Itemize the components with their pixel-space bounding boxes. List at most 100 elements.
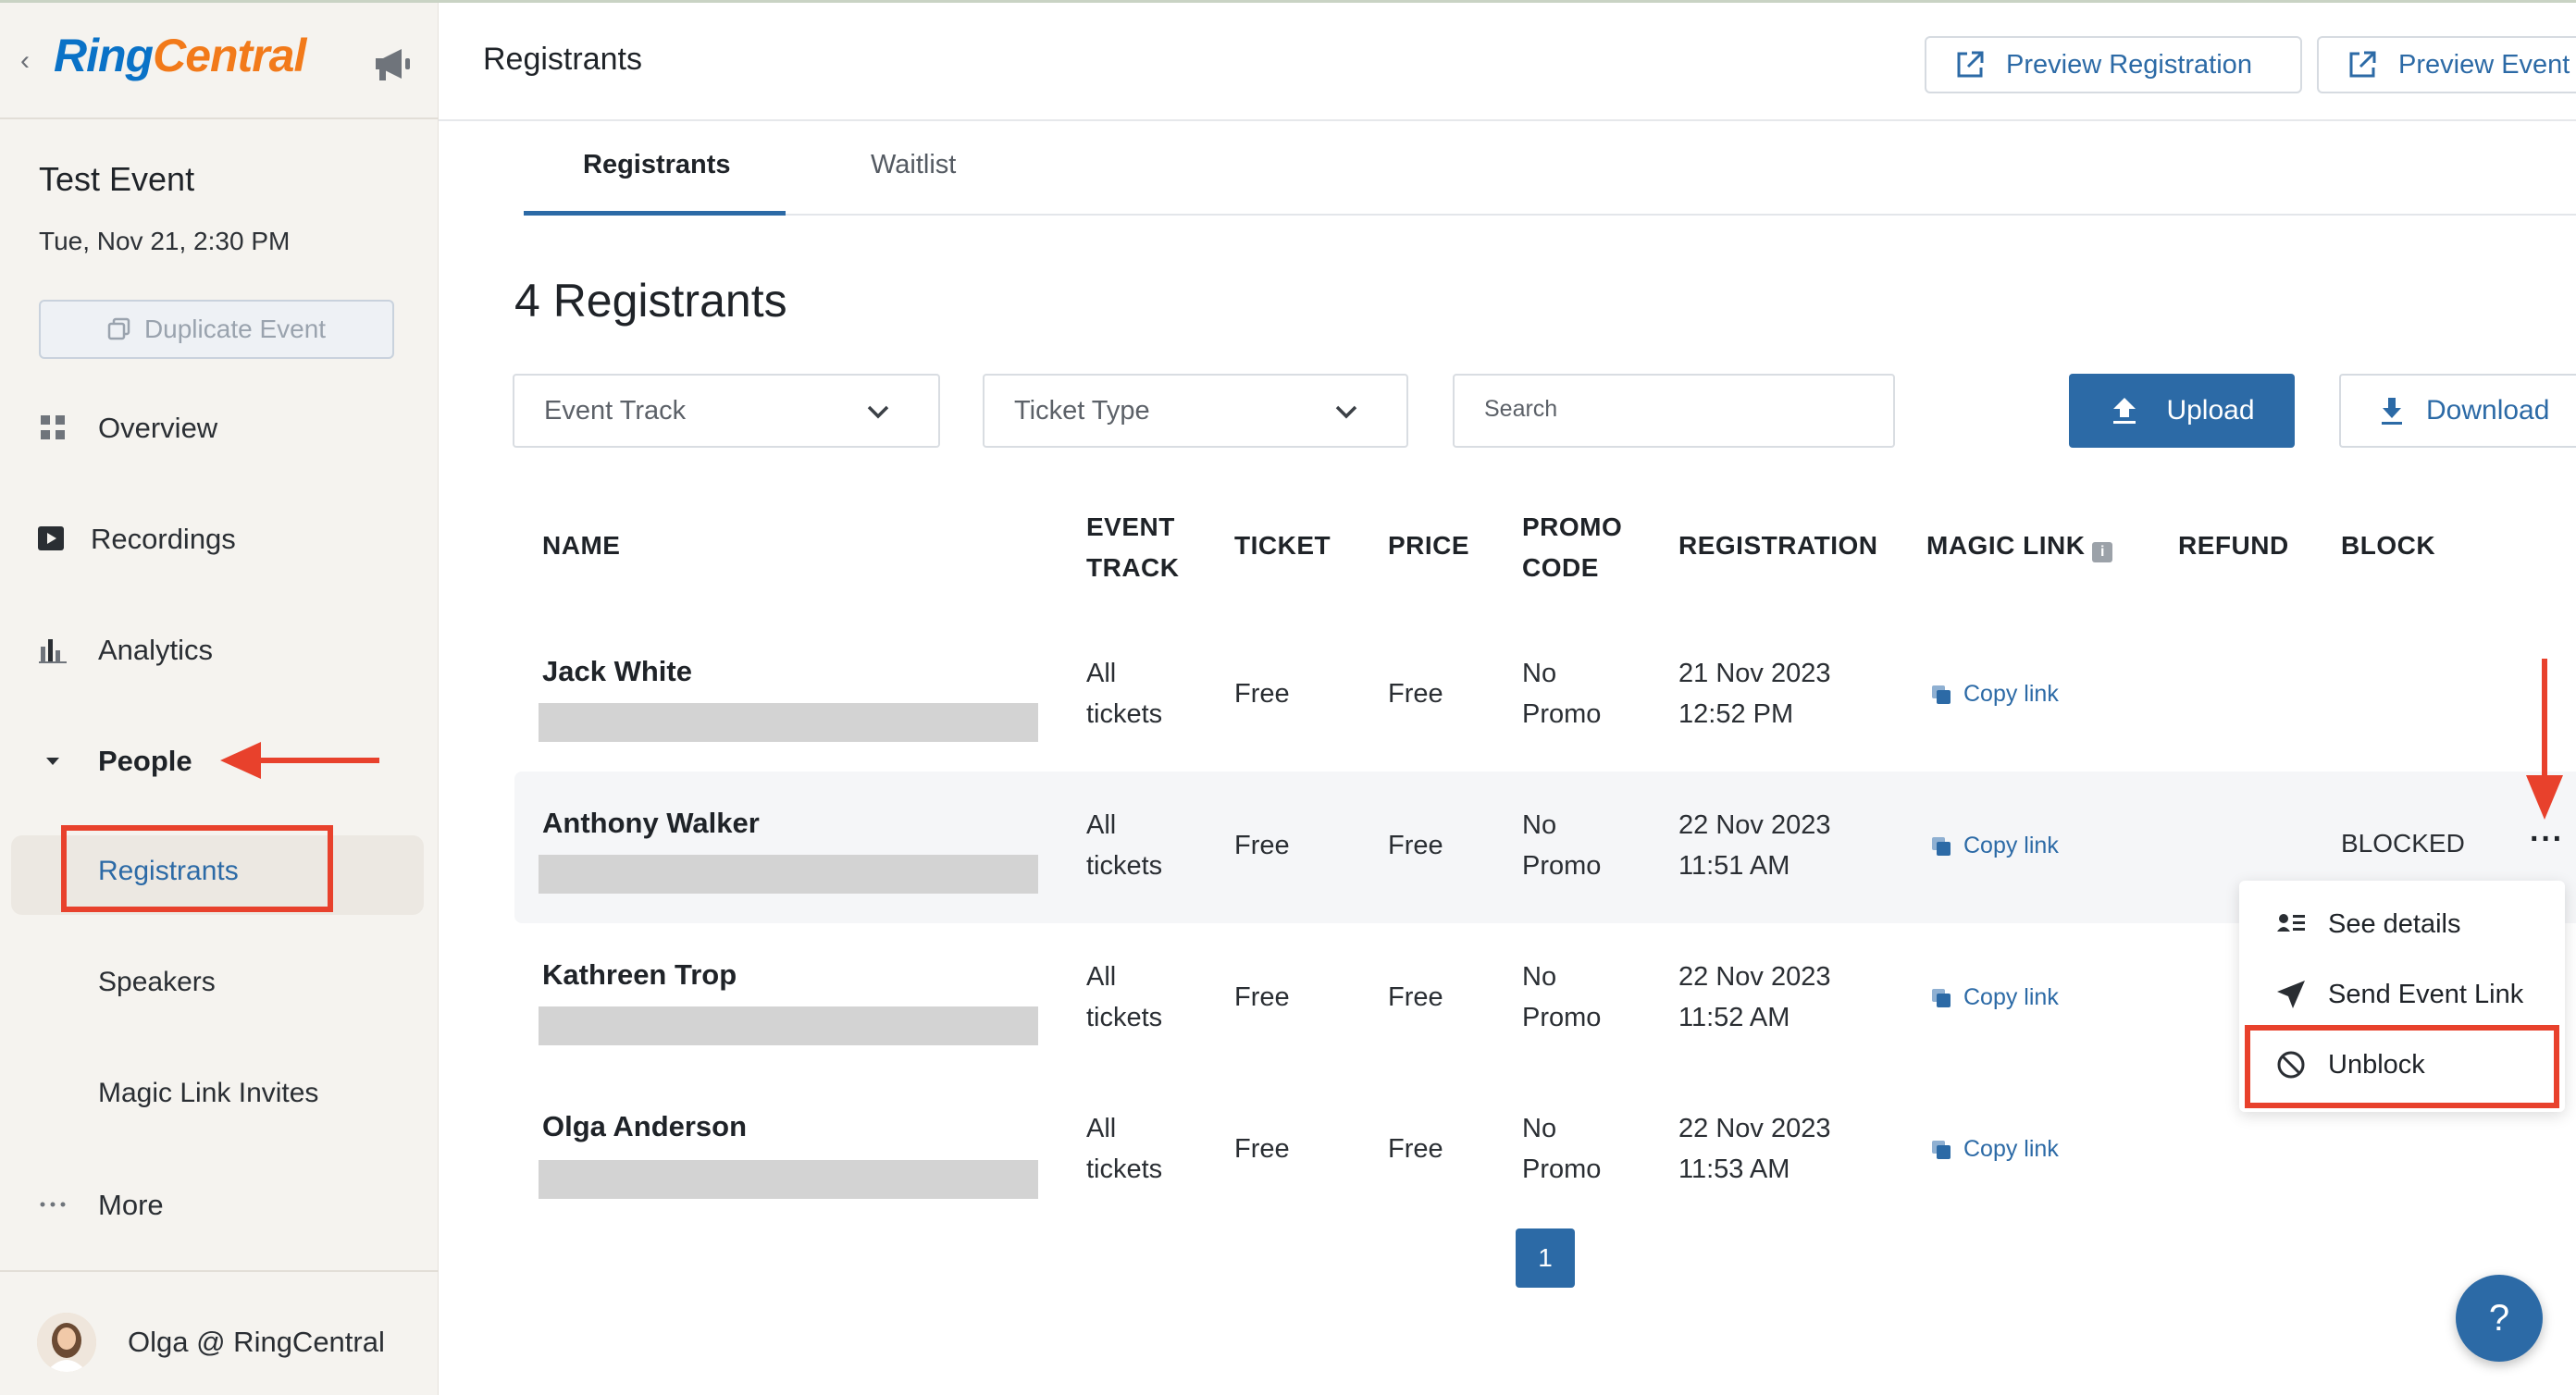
help-button[interactable]: ? — [2456, 1275, 2543, 1362]
redacted-email — [539, 1006, 1038, 1045]
col-event-track: EVENT TRACK — [1086, 507, 1180, 588]
registration-cell: 22 Nov 2023 11:52 AM — [1678, 957, 1830, 1038]
user-name[interactable]: Olga @ RingCentral — [128, 1326, 385, 1359]
price-cell: Free — [1388, 679, 1443, 709]
copy-link[interactable]: Copy link — [1930, 833, 2059, 859]
promo-line1: No — [1522, 659, 1557, 688]
track-line2: tickets — [1086, 699, 1163, 729]
sidebar-item-speakers[interactable]: Speakers — [98, 967, 216, 998]
info-icon[interactable]: i — [2092, 542, 2113, 562]
registrant-name: Jack White — [542, 655, 692, 687]
copy-icon — [1932, 685, 1951, 704]
tab-waitlist[interactable]: Waitlist — [871, 150, 956, 180]
preview-event-label: Preview Event — [2398, 49, 2570, 80]
upload-button[interactable]: Upload — [2069, 374, 2295, 448]
event-track-cell: All tickets — [1086, 805, 1162, 886]
event-track-select[interactable]: Event Track — [513, 374, 940, 448]
track-line1: All — [1086, 962, 1117, 992]
promo-cell: No Promo — [1522, 1108, 1601, 1190]
duplicate-event-button[interactable]: Duplicate Event — [39, 300, 394, 359]
upload-label: Upload — [2166, 395, 2255, 426]
nav-analytics[interactable]: Analytics — [0, 621, 439, 676]
promo-line1: No — [1522, 962, 1557, 992]
nav-overview-label: Overview — [98, 412, 218, 444]
pagination-page-1[interactable]: 1 — [1516, 1228, 1575, 1288]
table-row[interactable]: Jack White All tickets Free Free No Promo … — [514, 620, 2576, 772]
download-label: Download — [2426, 395, 2550, 426]
download-button[interactable]: Download — [2339, 374, 2576, 448]
logo-central: Central — [153, 30, 306, 81]
top-header: Registrants Preview Registration Preview… — [439, 3, 2576, 121]
event-track-value: Event Track — [544, 396, 687, 426]
chevron-down-icon — [867, 405, 889, 419]
row-actions-ellipsis-icon[interactable]: ··· — [2530, 823, 2564, 855]
promo-line1: No — [1522, 1114, 1557, 1143]
price-cell: Free — [1388, 982, 1443, 1012]
logo-ring: Ring — [54, 30, 154, 81]
registrant-name: Olga Anderson — [542, 1110, 748, 1142]
ticket-cell: Free — [1234, 831, 1290, 860]
avatar-image — [37, 1313, 96, 1372]
event-track-cell: All tickets — [1086, 957, 1162, 1038]
play-icon — [38, 526, 64, 550]
track-line1: All — [1086, 659, 1117, 688]
menu-see-details-label: See details — [2328, 908, 2461, 939]
avatar[interactable] — [37, 1313, 96, 1372]
col-event-track-line1: EVENT — [1086, 512, 1175, 541]
send-icon — [2277, 981, 2305, 1008]
tab-registrants[interactable]: Registrants — [583, 150, 731, 180]
event-name: Test Event — [39, 160, 195, 198]
col-ticket: TICKET — [1234, 531, 1331, 560]
nav-analytics-label: Analytics — [98, 634, 214, 666]
search-field[interactable] — [1453, 374, 1895, 448]
chevron-down-icon — [1335, 405, 1357, 419]
reg-time: 11:53 AM — [1678, 1154, 1790, 1184]
nav-overview[interactable]: Overview — [0, 399, 439, 454]
copy-icon — [1932, 988, 1951, 1007]
sidebar: ‹ RingCentral Test Event Tue, Nov 21, 2:… — [0, 3, 439, 1395]
col-refund: REFUND — [2178, 531, 2289, 560]
sidebar-item-magic-link-invites[interactable]: Magic Link Invites — [98, 1078, 318, 1109]
menu-send-event-link-label: Send Event Link — [2328, 979, 2524, 1009]
preview-event-button[interactable]: Preview Event — [2317, 36, 2576, 93]
redacted-email — [539, 703, 1038, 742]
tabs-divider — [524, 214, 2576, 216]
reg-date: 22 Nov 2023 — [1678, 1114, 1831, 1143]
preview-registration-button[interactable]: Preview Registration — [1925, 36, 2302, 93]
copy-link[interactable]: Copy link — [1930, 1136, 2059, 1163]
back-chevron-icon[interactable]: ‹ — [20, 47, 30, 75]
nav-more[interactable]: More — [0, 1176, 439, 1231]
search-input[interactable] — [1484, 396, 1873, 423]
promo-line2: Promo — [1522, 1154, 1602, 1184]
menu-see-details[interactable]: See details — [2239, 892, 2565, 957]
reg-date: 21 Nov 2023 — [1678, 659, 1831, 688]
nav-more-label: More — [98, 1189, 164, 1221]
copy-link[interactable]: Copy link — [1930, 681, 2059, 708]
annotation-box-registrants — [61, 825, 333, 912]
col-magic-link: MAGIC LINK i — [1926, 525, 2113, 566]
menu-send-event-link[interactable]: Send Event Link — [2239, 962, 2565, 1027]
duplicate-event-label: Duplicate Event — [143, 315, 327, 343]
registration-cell: 21 Nov 2023 12:52 PM — [1678, 653, 1830, 735]
ringcentral-logo[interactable]: RingCentral — [54, 30, 306, 81]
megaphone-icon[interactable] — [370, 43, 415, 84]
download-icon — [2382, 398, 2402, 425]
active-tab-indicator — [524, 211, 786, 216]
price-cell: Free — [1388, 831, 1443, 860]
preview-registration-label: Preview Registration — [2006, 49, 2252, 80]
copy-icon — [1932, 1140, 1951, 1159]
bar-chart-icon — [39, 639, 67, 663]
nav-recordings[interactable]: Recordings — [0, 510, 439, 565]
grid-icon — [41, 415, 65, 439]
col-event-track-line2: TRACK — [1086, 553, 1180, 582]
col-promo-line2: CODE — [1522, 553, 1599, 582]
copy-link[interactable]: Copy link — [1930, 984, 2059, 1011]
copy-link-label: Copy link — [1963, 984, 2059, 1010]
page-title: Registrants — [483, 42, 642, 77]
price-cell: Free — [1388, 1134, 1443, 1164]
col-promo-line1: PROMO — [1522, 512, 1623, 541]
ticket-type-select[interactable]: Ticket Type — [983, 374, 1408, 448]
promo-line2: Promo — [1522, 699, 1602, 729]
col-registration: REGISTRATION — [1678, 531, 1878, 560]
col-block: BLOCK — [2341, 531, 2436, 560]
